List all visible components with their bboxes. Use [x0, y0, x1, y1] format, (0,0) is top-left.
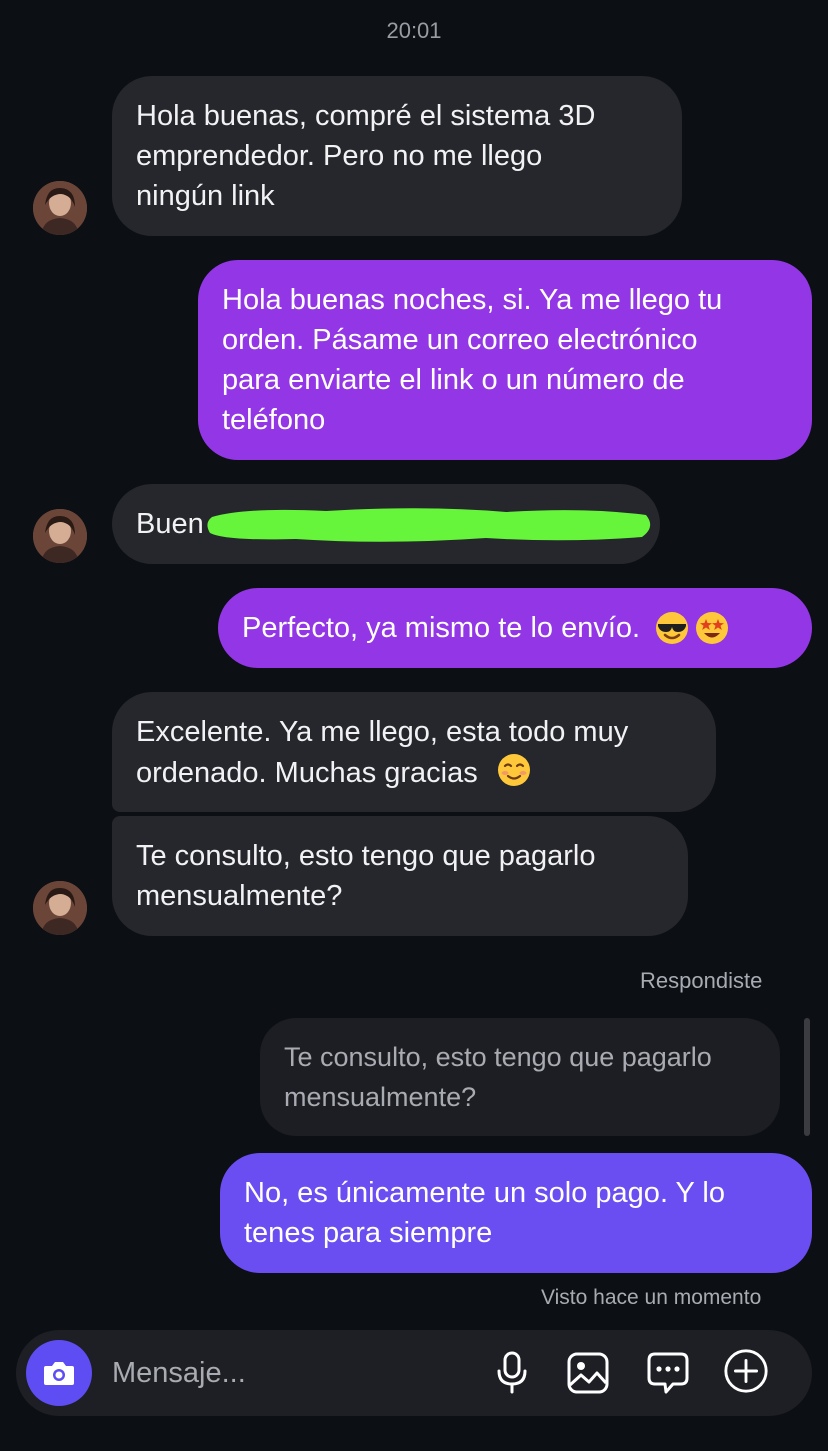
- add-button[interactable]: [722, 1347, 770, 1395]
- message-line: orden. Pásame un correo electrónico: [222, 324, 698, 356]
- message-line: emprendedor. Pero no me llego: [136, 140, 543, 172]
- message-text: Hola buenas noches, si. Ya me llego tu o…: [222, 280, 722, 440]
- add-icon: [724, 1349, 768, 1393]
- outgoing-message[interactable]: Perfecto, ya mismo te lo envío.: [218, 588, 812, 668]
- message-line: Hola buenas, compré el sistema 3D: [136, 100, 596, 132]
- microphone-icon: [497, 1351, 527, 1394]
- contact-avatar[interactable]: [33, 181, 87, 235]
- scrollbar-thumb[interactable]: [804, 1018, 810, 1136]
- message-line: teléfono: [222, 404, 326, 436]
- outgoing-message[interactable]: No, es únicamente un solo pago. Y lo ten…: [220, 1153, 812, 1273]
- incoming-message[interactable]: Hola buenas, compré el sistema 3D empren…: [112, 76, 682, 236]
- microphone-button[interactable]: [488, 1349, 536, 1397]
- sticker-icon: [647, 1352, 689, 1394]
- smiling-face-icon: [497, 753, 530, 786]
- message-line: ordenado. Muchas gracias: [136, 752, 628, 793]
- message-text: No, es únicamente un solo pago. Y lo ten…: [244, 1173, 725, 1253]
- quoted-line: mensualmente?: [284, 1082, 477, 1112]
- sticker-button[interactable]: [644, 1349, 692, 1397]
- message-input[interactable]: Mensaje...: [112, 1353, 246, 1393]
- quoted-text: Te consulto, esto tengo que pagarlo mens…: [284, 1037, 712, 1117]
- contact-photo-icon: [33, 881, 87, 935]
- message-line: ningún link: [136, 180, 275, 212]
- message-text: Excelente. Ya me llego, esta todo muy or…: [136, 712, 628, 793]
- contact-avatar[interactable]: [33, 509, 87, 563]
- camera-button[interactable]: [26, 1340, 92, 1406]
- camera-icon: [44, 1362, 74, 1385]
- message-line: Hola buenas noches, si. Ya me llego tu: [222, 284, 723, 316]
- message-text: Hola buenas, compré el sistema 3D empren…: [136, 96, 595, 216]
- redaction-highlight: [206, 503, 654, 543]
- message-line: Te consulto, esto tengo que pagarlo: [136, 840, 596, 872]
- replied-label: Respondiste: [640, 968, 763, 993]
- message-text: Buen: [136, 508, 204, 540]
- message-line: No, es únicamente un solo pago. Y lo: [244, 1177, 725, 1209]
- smiling-face-with-sunglasses-icon: [656, 612, 689, 644]
- message-text: Te consulto, esto tengo que pagarlo mens…: [136, 836, 596, 916]
- message-line: para enviarte el link o un número de: [222, 364, 685, 396]
- contact-avatar[interactable]: [33, 881, 87, 935]
- seen-status: Visto hace un momento: [541, 1286, 762, 1309]
- quoted-line: Te consulto, esto tengo que pagarlo: [284, 1042, 712, 1072]
- incoming-message[interactable]: Te consulto, esto tengo que pagarlo mens…: [112, 816, 688, 936]
- contact-photo-icon: [33, 509, 87, 563]
- star-struck-icon: [696, 612, 729, 644]
- incoming-message[interactable]: Excelente. Ya me llego, esta todo muy or…: [112, 692, 716, 812]
- message-line: tenes para siempre: [244, 1217, 493, 1249]
- gallery-icon: [567, 1352, 609, 1394]
- message-line-text: ordenado. Muchas gracias: [136, 756, 478, 789]
- message-line: Excelente. Ya me llego, esta todo muy: [136, 715, 629, 748]
- outgoing-message[interactable]: Hola buenas noches, si. Ya me llego tu o…: [198, 260, 812, 460]
- message-text: Perfecto, ya mismo te lo envío.: [242, 612, 641, 644]
- chat-timestamp: 20:01: [386, 18, 442, 43]
- quoted-message[interactable]: Te consulto, esto tengo que pagarlo mens…: [260, 1018, 780, 1136]
- gallery-button[interactable]: [564, 1349, 612, 1397]
- contact-photo-icon: [33, 181, 87, 235]
- message-line: mensualmente?: [136, 880, 343, 912]
